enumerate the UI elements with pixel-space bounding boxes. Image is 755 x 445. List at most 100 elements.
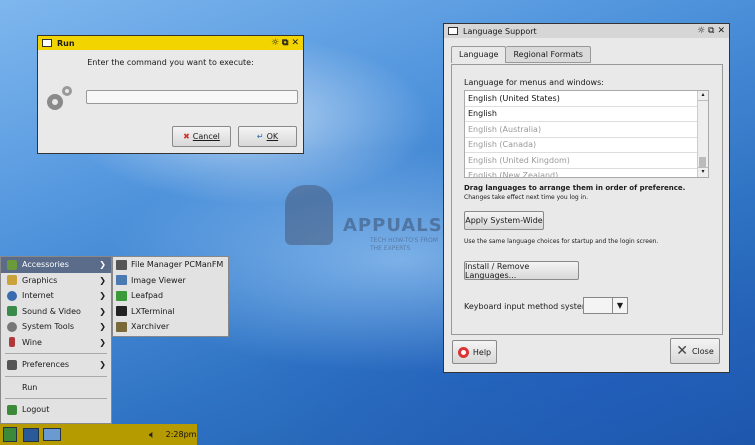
- menu-item-label: Accessories: [22, 260, 69, 270]
- maximize-icon[interactable]: ⧉: [282, 38, 288, 48]
- menu-item-label: Wine: [22, 337, 42, 347]
- chevron-right-icon: ❯: [99, 306, 106, 316]
- menu-item-preferences[interactable]: Preferences ❯: [1, 357, 111, 373]
- language-titlebar[interactable]: Language Support ☼ ⧉ ✕: [444, 24, 729, 38]
- list-item[interactable]: English (Canada): [465, 138, 708, 153]
- sticky-icon[interactable]: ☼: [271, 38, 279, 48]
- submenu-item-label: Xarchiver: [131, 322, 170, 332]
- menu-item-system-tools[interactable]: System Tools ❯: [1, 319, 111, 335]
- gears-icon: [43, 82, 75, 114]
- list-item[interactable]: English: [465, 107, 708, 122]
- xarchiver-icon: [116, 321, 127, 332]
- logout-icon: [7, 404, 17, 415]
- menu-item-graphics[interactable]: Graphics ❯: [1, 273, 111, 289]
- menu-item-label: Graphics: [22, 275, 58, 285]
- language-support-window: Language Support ☼ ⧉ ✕ Language Regional…: [443, 23, 730, 373]
- run-title: Run: [57, 38, 75, 48]
- file-manager-launcher[interactable]: [23, 427, 39, 442]
- tab-regional-formats[interactable]: Regional Formats: [506, 46, 591, 63]
- menu-item-internet[interactable]: Internet ❯: [1, 288, 111, 304]
- chevron-down-icon: ▼: [612, 298, 627, 313]
- cancel-button[interactable]: ✖ Cancel: [172, 126, 231, 147]
- tab-bar: Language Regional Formats: [451, 46, 591, 63]
- help-label: Help: [472, 347, 492, 357]
- menu-item-label: Internet: [22, 291, 54, 301]
- list-item[interactable]: English (United Kingdom): [465, 153, 708, 169]
- keyboard-value: [584, 298, 612, 313]
- drag-subhint: Changes take effect next time you log in…: [464, 194, 588, 201]
- tab-panel: Language for menus and windows: English …: [451, 64, 723, 335]
- scroll-up-icon[interactable]: ▴: [698, 91, 708, 101]
- chevron-right-icon: ❯: [99, 291, 106, 301]
- accessories-icon: [7, 259, 17, 270]
- menu-item-sound-video[interactable]: Sound & Video ❯: [1, 304, 111, 320]
- submenu-item-label: LXTerminal: [131, 306, 175, 316]
- help-button[interactable]: Help: [452, 340, 497, 364]
- menu-item-accessories[interactable]: Accessories ❯: [1, 257, 111, 273]
- scroll-down-icon[interactable]: ▾: [698, 167, 708, 177]
- submenu-item-image-viewer[interactable]: Image Viewer: [113, 273, 228, 289]
- apply-system-wide-button[interactable]: Apply System-Wide: [464, 211, 544, 230]
- chevron-right-icon: ❯: [99, 260, 106, 270]
- apply-hint: Use the same language choices for startu…: [464, 238, 659, 245]
- sticky-icon[interactable]: ☼: [697, 26, 705, 36]
- close-label: Close: [691, 346, 714, 356]
- menu-item-label: System Tools: [22, 322, 75, 332]
- submenu-item-lxterminal[interactable]: LXTerminal: [113, 304, 228, 320]
- watermark-brand: APPUALS: [343, 215, 443, 236]
- submenu-item-label: Image Viewer: [131, 275, 186, 285]
- menu-item-label: Logout: [22, 405, 50, 415]
- chevron-right-icon: ❯: [99, 275, 106, 285]
- submenu-item-xarchiver[interactable]: Xarchiver: [113, 319, 228, 335]
- run-titlebar[interactable]: Run ☼ ⧉ ✕: [38, 36, 303, 50]
- ok-button[interactable]: ↵ OK: [238, 126, 297, 147]
- close-icon[interactable]: ✕: [717, 26, 725, 36]
- run-dialog: Run ☼ ⧉ ✕ Enter the command you want to …: [37, 35, 304, 154]
- submenu-item-leafpad[interactable]: Leafpad: [113, 288, 228, 304]
- command-input[interactable]: [86, 90, 298, 104]
- sound-video-icon: [7, 306, 17, 317]
- volume-icon[interactable]: 🔈︎: [149, 428, 156, 442]
- cancel-label: Cancel: [192, 132, 220, 141]
- list-scrollbar[interactable]: ▴ ▾: [697, 91, 708, 177]
- internet-icon: [7, 290, 17, 301]
- menu-separator: [5, 353, 107, 354]
- run-prompt: Enter the command you want to execute:: [87, 58, 254, 67]
- window-icon: [42, 39, 52, 47]
- scroll-thumb[interactable]: [699, 157, 706, 167]
- file-manager-icon: [116, 259, 127, 270]
- system-tools-icon: [7, 321, 17, 332]
- clock[interactable]: 2:28pm: [166, 430, 197, 439]
- close-x-icon: ✕: [676, 343, 688, 359]
- menu-item-logout[interactable]: Logout: [1, 402, 111, 418]
- keyboard-select[interactable]: ▼: [583, 297, 628, 314]
- menu-item-run[interactable]: Run: [1, 380, 111, 396]
- list-item[interactable]: English (New Zealand): [465, 169, 708, 177]
- menu-item-wine[interactable]: Wine ❯: [1, 335, 111, 351]
- language-title: Language Support: [463, 26, 537, 36]
- drag-hint: Drag languages to arrange them in order …: [464, 184, 686, 192]
- watermark-mascot: [285, 185, 333, 245]
- maximize-icon[interactable]: ⧉: [708, 26, 714, 36]
- window-icon: [448, 27, 458, 35]
- language-list[interactable]: English (United States) English English …: [464, 90, 709, 178]
- keyboard-label: Keyboard input method system:: [464, 302, 593, 311]
- preferences-icon: [7, 359, 17, 370]
- menu-separator: [5, 375, 107, 377]
- terminal-icon: [116, 306, 127, 317]
- cancel-icon: ✖: [183, 132, 190, 141]
- start-menu-button[interactable]: [3, 427, 17, 442]
- show-desktop-launcher[interactable]: [43, 428, 61, 441]
- wine-icon: [9, 337, 15, 348]
- submenu-item-file-manager[interactable]: File Manager PCManFM: [113, 257, 228, 273]
- close-icon[interactable]: ✕: [291, 38, 299, 48]
- submenu-item-label: File Manager PCManFM: [131, 260, 224, 270]
- close-button[interactable]: ✕ Close: [670, 338, 720, 364]
- list-item[interactable]: English (United States): [465, 91, 708, 107]
- menu-item-label: Sound & Video: [22, 306, 81, 316]
- tab-language[interactable]: Language: [451, 46, 507, 63]
- menu-separator: [5, 398, 107, 399]
- list-item[interactable]: English (Australia): [465, 122, 708, 138]
- menu-item-label: Preferences: [22, 360, 70, 370]
- install-remove-languages-button[interactable]: Install / Remove Languages...: [464, 261, 579, 280]
